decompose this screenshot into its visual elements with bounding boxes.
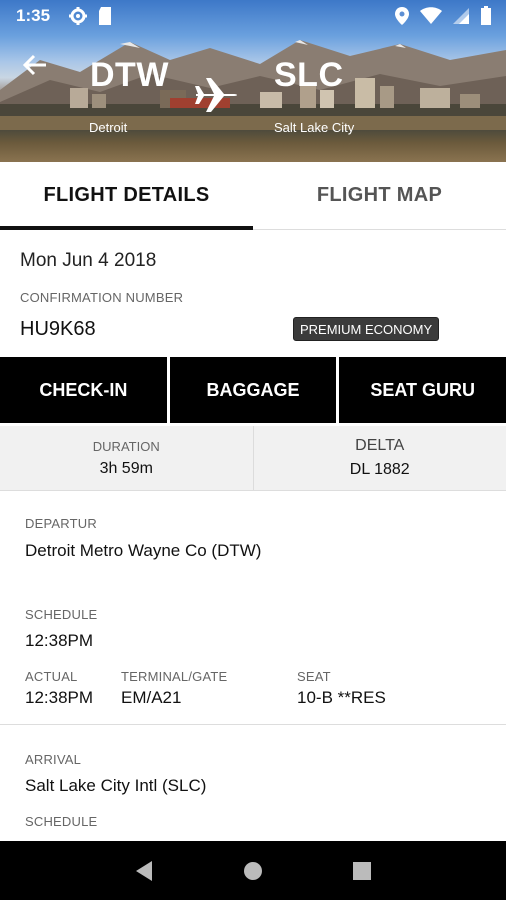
departure-section: DEPARTUR Detroit Metro Wayne Co (DTW) SC…	[0, 492, 506, 725]
airline-name: DELTA	[355, 437, 405, 454]
departure-actual-label: ACTUAL	[25, 669, 78, 684]
flight-summary: DURATION 3h 59m DELTA DL 1882	[0, 426, 506, 491]
nav-recents-icon[interactable]	[342, 851, 382, 891]
departure-airport: Detroit Metro Wayne Co (DTW)	[25, 541, 262, 560]
status-bar: 1:35	[0, 0, 506, 32]
destination-code: SLC	[274, 56, 344, 94]
confirmation-number: HU9K68	[20, 318, 96, 340]
duration-value: 3h 59m	[99, 459, 153, 477]
nav-back-icon[interactable]	[124, 851, 164, 891]
flight-number: DL 1882	[349, 461, 410, 478]
destination-city: Salt Lake City	[274, 120, 355, 135]
origin-city: Detroit	[89, 120, 128, 135]
departure-schedule-label: SCHEDULE	[25, 607, 98, 622]
seat-label: SEAT	[297, 669, 331, 684]
nav-home-icon[interactable]	[233, 851, 273, 891]
duration-label: DURATION	[92, 438, 160, 454]
arrival-label: ARRIVAL	[25, 752, 82, 767]
settings-gear-icon	[68, 6, 88, 26]
check-in-button[interactable]: CHECK-IN	[0, 357, 167, 423]
confirmation-label: CONFIRMATION NUMBER	[20, 290, 184, 305]
status-time: 1:35	[16, 6, 51, 25]
seat-value: 10-B **RES	[297, 688, 386, 707]
back-arrow-icon[interactable]	[20, 50, 50, 80]
tab-flight-details[interactable]: FLIGHT DETAILS	[0, 162, 253, 230]
departure-label: DEPARTUR	[25, 516, 97, 531]
tab-bar: FLIGHT DETAILS FLIGHT MAP	[0, 162, 506, 230]
arrival-airport: Salt Lake City Intl (SLC)	[25, 776, 207, 795]
cell-signal-icon	[452, 7, 470, 25]
header-banner: 1:35 DTW Detroit SLC Salt Lake City	[0, 0, 506, 162]
baggage-button[interactable]: BAGGAGE	[169, 357, 337, 423]
arrival-section: ARRIVAL Salt Lake City Intl (SLC) SCHEDU…	[0, 726, 506, 841]
terminal-gate-label: TERMINAL/GATE	[121, 669, 228, 684]
system-nav-bar	[0, 841, 506, 900]
flight-date: Mon Jun 4 2018	[20, 250, 157, 271]
location-pin-icon	[394, 6, 410, 26]
tab-flight-map[interactable]: FLIGHT MAP	[253, 162, 506, 229]
arrival-schedule-label: SCHEDULE	[25, 814, 98, 829]
sd-card-icon	[98, 6, 114, 26]
seat-guru-button[interactable]: SEAT GURU	[339, 357, 506, 423]
duration-cell: DURATION 3h 59m	[0, 426, 253, 490]
battery-icon	[480, 6, 492, 26]
terminal-gate-value: EM/A21	[121, 688, 182, 707]
city-skyline	[0, 78, 506, 130]
action-buttons: CHECK-IN BAGGAGE SEAT GURU	[0, 357, 506, 423]
cabin-class-badge: PREMIUM ECONOMY	[293, 317, 440, 341]
airline-cell: DELTA DL 1882	[252, 426, 506, 490]
origin-code: DTW	[90, 56, 169, 94]
departure-schedule-time: 12:38PM	[25, 631, 94, 650]
airplane-icon	[194, 74, 240, 114]
wifi-icon	[420, 7, 442, 25]
departure-actual-time: 12:38PM	[25, 688, 94, 707]
